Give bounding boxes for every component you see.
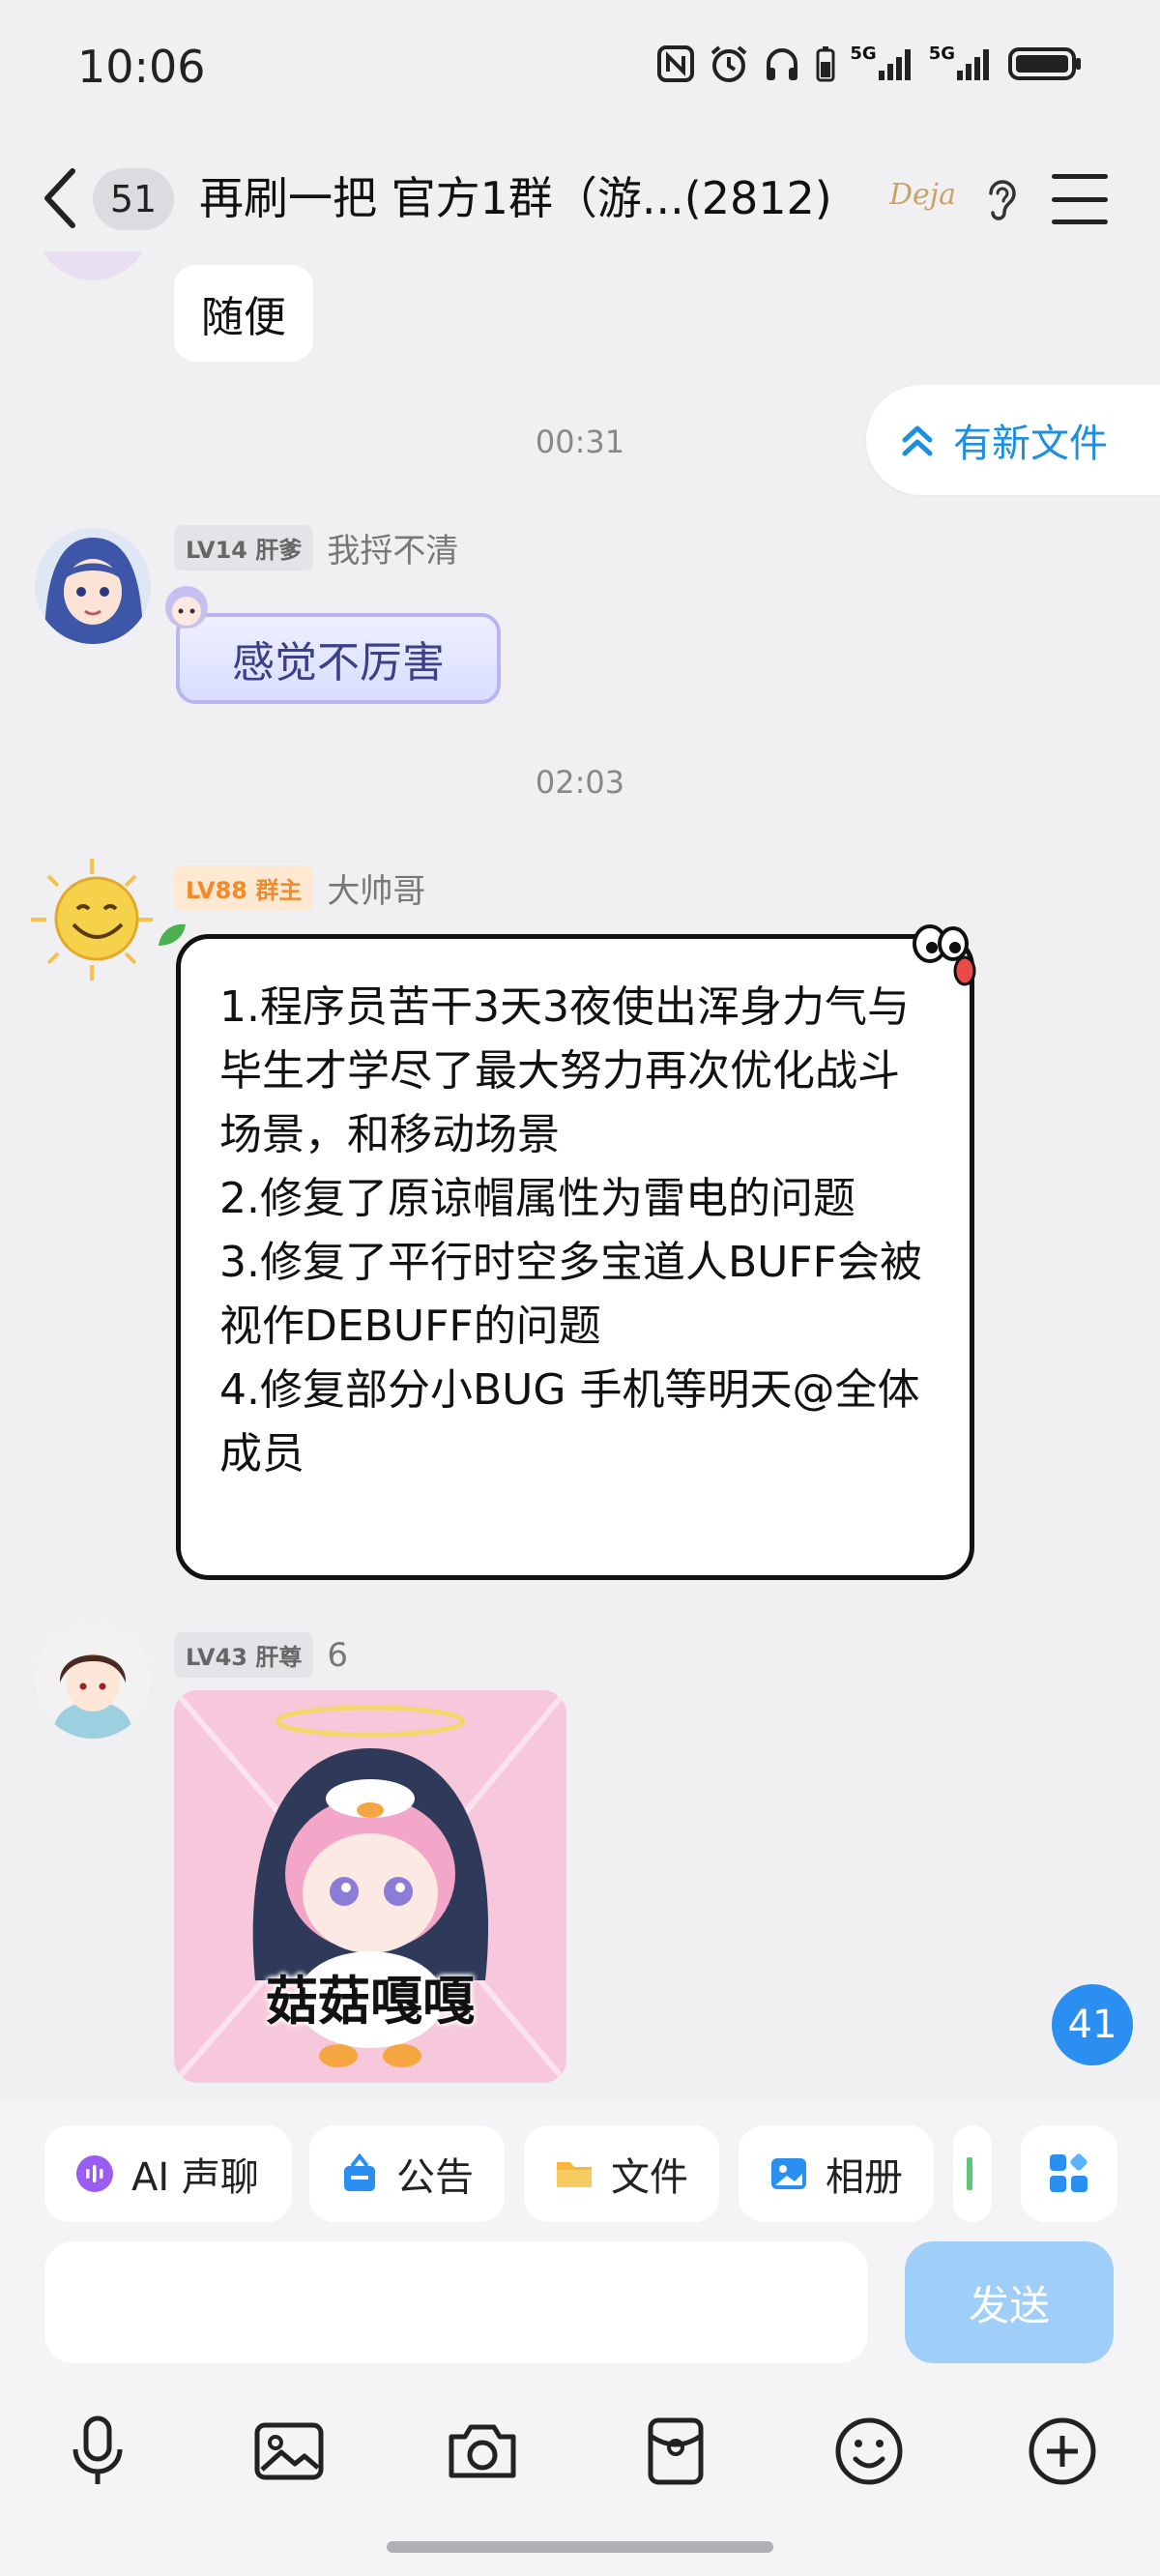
bubble-chibi-decoration bbox=[153, 574, 220, 646]
microphone-button[interactable] bbox=[54, 2408, 141, 2495]
partial-icon bbox=[967, 2157, 972, 2190]
camera-icon bbox=[449, 2424, 516, 2478]
plus-icon bbox=[1029, 2417, 1096, 2485]
home-indicator[interactable] bbox=[387, 2541, 773, 2553]
chat-title[interactable]: 再刷一把 官方1群（游...(2812) bbox=[199, 164, 832, 232]
sender-row-2: LV88 群主 大帅哥 bbox=[174, 864, 425, 912]
avatar-owner[interactable] bbox=[29, 857, 153, 981]
sender-name[interactable]: 大帅哥 bbox=[327, 864, 425, 912]
quick-action-label: 公告 bbox=[396, 2155, 474, 2200]
plus-button[interactable] bbox=[1019, 2408, 1106, 2495]
image-icon bbox=[254, 2422, 324, 2480]
quick-action-label: 文件 bbox=[611, 2155, 688, 2200]
time-divider-1: 00:31 bbox=[535, 424, 625, 460]
chevron-left-icon bbox=[44, 168, 75, 228]
ear-button[interactable] bbox=[976, 172, 1025, 226]
quick-action-row: AI 声聊 公告 文件 相册 bbox=[44, 2125, 1127, 2222]
sticker-caption: 菇菇嘎嘎 bbox=[266, 1971, 475, 2032]
googly-eyes-decoration-icon bbox=[903, 915, 980, 996]
sender-row-3: LV43 肝尊 6 bbox=[174, 1632, 348, 1678]
level-badge: LV43 肝尊 bbox=[174, 1632, 314, 1678]
status-time: 10:06 bbox=[77, 41, 206, 93]
message-input[interactable] bbox=[44, 2241, 868, 2363]
sender-row-1: LV14 肝爹 我捋不清 bbox=[174, 524, 458, 571]
album-icon bbox=[771, 2158, 806, 2189]
ear-icon bbox=[989, 180, 1016, 220]
folder-icon bbox=[557, 2162, 592, 2187]
announcement-icon bbox=[344, 2152, 375, 2191]
emoji-button[interactable] bbox=[826, 2408, 913, 2495]
quick-action-partial[interactable] bbox=[953, 2125, 992, 2222]
deja-logo: Deja bbox=[889, 178, 956, 212]
time-divider-2: 02:03 bbox=[535, 764, 625, 801]
avatar-user-3[interactable] bbox=[35, 1623, 151, 1739]
unread-count-badge[interactable]: 51 bbox=[93, 168, 174, 230]
send-button[interactable]: 发送 bbox=[905, 2241, 1114, 2363]
message-text-1: 感觉不厉害 bbox=[232, 638, 445, 688]
more-apps-button[interactable] bbox=[1021, 2125, 1117, 2222]
sticker-image[interactable]: 菇菇嘎嘎 bbox=[174, 1690, 566, 2083]
signal-icon-2: 5G bbox=[929, 43, 994, 85]
quick-action-album[interactable]: 相册 bbox=[739, 2125, 934, 2222]
quick-action-label: 相册 bbox=[826, 2155, 903, 2200]
signal-icon-1: 5G bbox=[850, 43, 914, 85]
battery-saver-icon bbox=[815, 43, 836, 85]
quick-action-label: AI 声聊 bbox=[131, 2155, 259, 2200]
level-badge: LV14 肝爹 bbox=[174, 525, 314, 571]
chat-header: 51 再刷一把 官方1群（游...(2812) Deja bbox=[0, 145, 1160, 251]
chat-area[interactable]: 随便 有新文件 00:31 LV14 肝爹 我捋不清 感觉不厉害 02:03 L… bbox=[0, 251, 1160, 2098]
avatar-user-1[interactable] bbox=[35, 528, 151, 644]
status-icons: 5G 5G bbox=[656, 43, 1085, 85]
sender-name[interactable]: 6 bbox=[327, 1636, 348, 1675]
nfc-icon bbox=[656, 43, 695, 85]
ai-voice-icon bbox=[76, 2155, 113, 2192]
image-button[interactable] bbox=[246, 2408, 333, 2495]
input-toolbar bbox=[0, 2388, 1160, 2514]
microphone-icon bbox=[72, 2415, 123, 2484]
message-bubble-previous[interactable]: 随便 bbox=[174, 265, 313, 362]
owner-level-badge: LV88 群主 bbox=[174, 865, 314, 911]
apps-grid-icon bbox=[1050, 2153, 1088, 2192]
status-bar: 10:06 5G 5G bbox=[0, 0, 1160, 145]
back-button[interactable] bbox=[37, 164, 85, 232]
battery-icon bbox=[1007, 43, 1085, 85]
emoji-icon bbox=[835, 2417, 903, 2485]
red-packet-button[interactable] bbox=[632, 2408, 719, 2495]
message-bubble-1[interactable]: 感觉不厉害 bbox=[176, 613, 501, 704]
camera-button[interactable] bbox=[439, 2408, 526, 2495]
sender-name[interactable]: 我捋不清 bbox=[327, 524, 458, 571]
bottom-panel: AI 声聊 公告 文件 相册 发送 bbox=[0, 2098, 1160, 2576]
floating-unread-badge[interactable]: 41 bbox=[1052, 1984, 1133, 2065]
hamburger-menu-icon[interactable] bbox=[1052, 174, 1108, 224]
quick-action-files[interactable]: 文件 bbox=[524, 2125, 719, 2222]
avatar-previous[interactable] bbox=[35, 251, 151, 280]
quick-action-ai-voice[interactable]: AI 声聊 bbox=[44, 2125, 292, 2222]
red-packet-icon bbox=[648, 2417, 704, 2485]
headphones-icon bbox=[763, 43, 801, 85]
message-bubble-2[interactable]: 1.程序员苦干3天3夜使出浑身力气与毕生才学尽了最大努力再次优化战斗场景，和移动… bbox=[176, 934, 974, 1580]
alarm-icon bbox=[709, 43, 749, 85]
quick-action-announcement[interactable]: 公告 bbox=[309, 2125, 505, 2222]
